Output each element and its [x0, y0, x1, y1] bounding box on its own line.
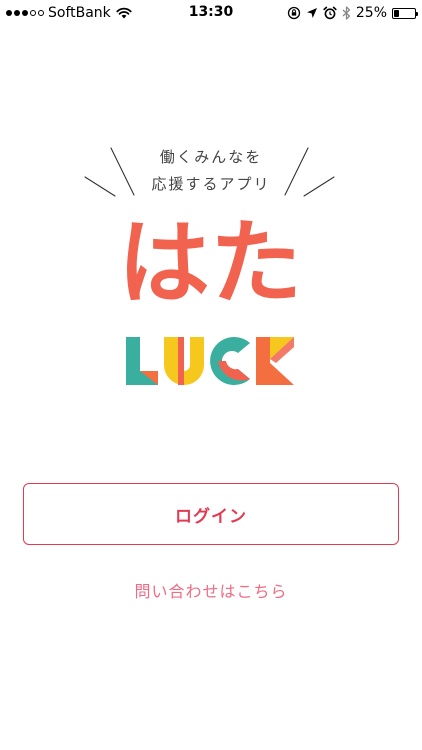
contact-link[interactable]: 問い合わせはこちら	[0, 578, 422, 602]
tagline-line-2: 応援するアプリ	[151, 175, 271, 193]
login-screen: SoftBank 13:30 25% 働くみんなを 応援するアプリ はた ログイ…	[0, 0, 422, 750]
logo-letter-l	[126, 337, 158, 385]
logo-letter-k	[256, 337, 294, 385]
login-button-label: ログイン	[175, 506, 247, 527]
login-button[interactable]: ログイン	[23, 483, 399, 545]
logo-letter-c	[210, 337, 250, 385]
logo-letter-u	[164, 337, 204, 385]
logo-luck	[126, 337, 294, 385]
logo-hata: はた	[117, 210, 305, 317]
tagline-line-1: 働くみんなを	[159, 148, 263, 166]
